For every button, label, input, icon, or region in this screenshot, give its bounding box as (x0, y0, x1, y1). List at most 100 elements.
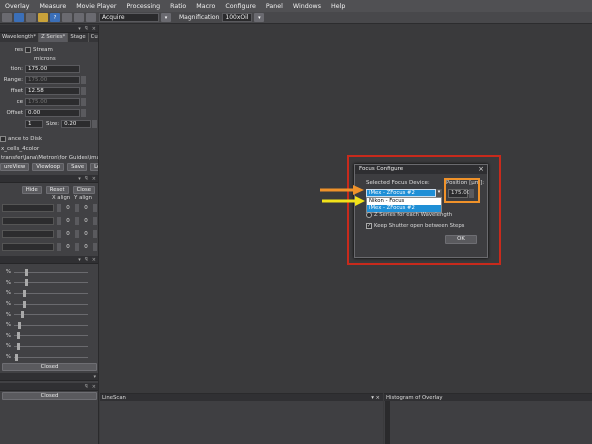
offset2-spinner[interactable] (81, 108, 86, 117)
load-button[interactable]: Load (90, 163, 98, 171)
pin-icon[interactable]: ▾ (78, 26, 81, 32)
slider-handle[interactable] (16, 342, 20, 350)
pin-icon[interactable]: ▾ (78, 257, 81, 263)
slider-track[interactable] (14, 332, 88, 340)
menu-overlay[interactable]: Overlay (0, 3, 34, 10)
chevron-down-icon[interactable]: ▾ (436, 189, 442, 197)
close-icon[interactable]: × (92, 26, 96, 32)
slider-track[interactable] (14, 311, 88, 319)
reference-spinner[interactable] (81, 97, 86, 106)
toolbar-button[interactable] (38, 13, 48, 22)
slider-row: % (0, 278, 98, 289)
step-size-spinner[interactable] (92, 119, 98, 128)
toolbar-button[interactable] (14, 13, 24, 22)
capture-view-button[interactable]: ureView (0, 163, 30, 171)
slider-handle[interactable] (25, 268, 29, 276)
menu-configure[interactable]: Configure (220, 3, 261, 10)
toolbar-button[interactable] (74, 13, 84, 22)
slider-track[interactable] (14, 321, 88, 329)
tab-stage[interactable]: Stage (68, 33, 89, 42)
save-name[interactable]: x_cells_4color (0, 144, 98, 153)
step-size-field[interactable]: 0.20 (61, 119, 92, 128)
offset-field[interactable]: 12.58 (25, 86, 80, 95)
left-sidebar: ▾ꟼ× Wavelength* Z Series* Stage Custom r… (0, 25, 99, 444)
menu-panel[interactable]: Panel (261, 3, 288, 10)
slider-row: % (0, 299, 98, 310)
reset-button[interactable]: Reset (45, 186, 69, 194)
units-row: microns (34, 56, 56, 62)
save-button[interactable]: Save (67, 163, 88, 171)
slider-track[interactable] (14, 268, 88, 276)
focus-device-select[interactable]: iMex - ZFocus #2 (366, 189, 436, 197)
slider-track[interactable] (14, 342, 88, 350)
menu-help[interactable]: Help (326, 3, 350, 10)
close-icon[interactable]: × (92, 257, 96, 263)
help-icon[interactable]: ? (50, 13, 60, 22)
close-icon[interactable]: × (478, 165, 484, 174)
dropdown-option[interactable]: iMex - ZFocus #2 (367, 205, 441, 212)
ok-button[interactable]: OK (445, 235, 477, 244)
close-icon[interactable]: ▾ × (371, 395, 380, 401)
toolbar-button[interactable] (2, 13, 12, 22)
acquire-select[interactable]: Acquire (99, 13, 159, 22)
range-field[interactable]: 175.00 (25, 75, 80, 84)
save-path[interactable]: transfer\Jana\Metron\for Guides\images a (0, 153, 98, 162)
slider-track[interactable] (14, 353, 88, 361)
slider-handle[interactable] (16, 332, 20, 340)
magnification-select[interactable]: 100xOil (222, 13, 253, 22)
range-spinner[interactable] (81, 75, 86, 84)
hide-button[interactable]: Hide (21, 186, 42, 194)
keep-shutter-option[interactable]: ✓ Keep Shutter open between Steps (366, 223, 464, 229)
save-to-disk-row: ance to Disk (0, 134, 98, 144)
offset-spinner[interactable] (81, 86, 86, 95)
slider-handle[interactable] (22, 289, 26, 297)
viewloop-button[interactable]: Viewloop (32, 163, 65, 171)
slider-track[interactable] (14, 300, 88, 308)
menu-macro[interactable]: Macro (191, 3, 220, 10)
pin-icon[interactable]: ꟼ (85, 176, 88, 182)
radio-button[interactable] (366, 212, 372, 218)
chevron-down-icon[interactable]: ▾ (93, 374, 96, 380)
slider-handle[interactable] (22, 300, 26, 308)
slider-handle[interactable] (18, 321, 22, 329)
close-icon[interactable]: × (92, 176, 96, 182)
menu-processing[interactable]: Processing (121, 3, 165, 10)
closed-button[interactable]: Closed (2, 363, 97, 372)
pin-icon[interactable]: ꟼ (85, 257, 88, 263)
closed-button[interactable]: Closed (2, 392, 97, 401)
close-button[interactable]: Close (72, 186, 95, 194)
reference-field[interactable]: 175.00 (25, 97, 80, 106)
menu-measure[interactable]: Measure (34, 3, 71, 10)
toolbar-button[interactable] (86, 13, 96, 22)
position-field[interactable]: 175.00 (25, 64, 80, 73)
toolbar-button[interactable] (26, 13, 36, 22)
tab-custom[interactable]: Custom (89, 33, 98, 42)
check-icon[interactable]: ✓ (366, 223, 372, 229)
slider-handle[interactable] (15, 353, 19, 361)
pin-icon[interactable]: ꟼ (85, 26, 88, 32)
menu-windows[interactable]: Windows (288, 3, 326, 10)
toolbar-button[interactable] (62, 13, 72, 22)
slider-track[interactable] (14, 289, 88, 297)
slider-handle[interactable] (25, 279, 29, 287)
chevron-down-icon[interactable]: ▾ (254, 13, 265, 22)
pin-icon[interactable]: ꟼ (85, 384, 88, 390)
stream-checkbox[interactable] (25, 46, 31, 53)
menu-ratio[interactable]: Ratio (165, 3, 191, 10)
x-align-label: X align (51, 195, 71, 201)
pin-icon[interactable]: ▾ (78, 176, 81, 182)
tab-z-series[interactable]: Z Series* (39, 33, 69, 42)
save-to-disk-checkbox[interactable] (0, 136, 6, 142)
z-series-option[interactable]: Z Series for each Wavelength (366, 212, 452, 218)
slider-track[interactable] (14, 279, 88, 287)
steps-field[interactable]: 1 (25, 119, 43, 128)
dropdown-option[interactable]: Nikon - Focus (367, 198, 441, 205)
slider-handle[interactable] (21, 311, 25, 319)
image-workspace[interactable] (100, 25, 592, 393)
vertical-scrollbar[interactable] (385, 401, 390, 444)
offset2-field[interactable]: 0.00 (25, 108, 80, 117)
close-icon[interactable]: × (92, 384, 96, 390)
tab-wavelength[interactable]: Wavelength* (0, 33, 40, 42)
chevron-down-icon[interactable]: ▾ (161, 13, 171, 22)
menu-movie-player[interactable]: Movie Player (71, 3, 121, 10)
